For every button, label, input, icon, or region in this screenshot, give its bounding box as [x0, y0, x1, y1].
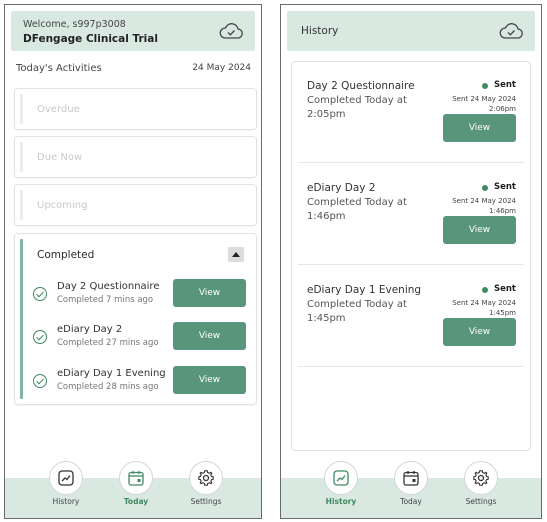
status-badge: Sent [493, 182, 516, 192]
sent-date: Sent 24 May 2024 1:46pm [452, 197, 516, 215]
bottom-nav: History Today Settings [281, 461, 541, 518]
nav-history-label: History [325, 497, 357, 506]
trial-name: DFengage Clinical Trial [23, 33, 158, 45]
nav-history[interactable]: History [46, 461, 86, 506]
welcome-text: Welcome, s997p3008 [23, 19, 126, 30]
completed-time: Completed Today at 1:45pm [307, 299, 407, 324]
activity-name: eDiary Day 2 [57, 324, 123, 335]
calendar-icon [128, 471, 144, 486]
nav-today-label: Today [123, 497, 149, 506]
nav-history[interactable]: History [321, 461, 361, 506]
list-item: Day 2 Questionnaire Completed 7 mins ago… [33, 279, 246, 311]
sent-status-dot [482, 83, 488, 89]
sent-date: Sent 24 May 2024 1:45pm [452, 299, 516, 317]
section-header: Today's Activities 24 May 2024 [16, 61, 251, 77]
chart-line-icon [58, 470, 74, 486]
completed-card: Completed Day 2 Questionnaire Completed … [14, 233, 257, 405]
view-button[interactable]: View [173, 322, 246, 350]
view-button[interactable]: View [173, 366, 246, 394]
page-title: History [301, 25, 339, 37]
sent-status-dot [482, 185, 488, 191]
history-list: Day 2 Questionnaire Completed Today at 2… [291, 61, 531, 451]
list-item: eDiary Day 1 Evening Completed Today at … [298, 266, 524, 367]
due-now-label: Due Now [37, 152, 83, 163]
card-accent-bar [20, 190, 23, 220]
upcoming-card[interactable]: Upcoming [14, 184, 257, 226]
nav-history-label: History [52, 497, 80, 506]
nav-today[interactable]: Today [116, 461, 156, 506]
view-button[interactable]: View [173, 279, 246, 307]
view-button[interactable]: View [443, 216, 516, 244]
activity-completed-time: Completed 28 mins ago [57, 382, 159, 392]
status-badge: Sent [493, 284, 516, 294]
collapse-toggle-button[interactable] [228, 247, 244, 262]
gear-icon [473, 470, 489, 486]
overdue-card[interactable]: Overdue [14, 88, 257, 130]
card-accent-bar [20, 239, 23, 399]
sent-status-dot [482, 287, 488, 293]
cloud-check-icon[interactable] [219, 22, 243, 40]
activity-name: eDiary Day 1 Evening [307, 284, 422, 296]
list-item: Day 2 Questionnaire Completed Today at 2… [298, 62, 524, 163]
gear-icon [198, 470, 214, 486]
nav-settings[interactable]: Settings [186, 461, 226, 506]
activity-name: Day 2 Questionnaire [57, 281, 160, 292]
today-screen: Welcome, s997p3008 DFengage Clinical Tri… [4, 4, 262, 519]
activity-name: eDiary Day 1 Evening [57, 368, 166, 379]
sent-date: Sent 24 May 2024 2:06pm [452, 95, 516, 113]
card-accent-bar [20, 94, 23, 124]
view-button[interactable]: View [443, 318, 516, 346]
list-item: eDiary Day 1 Evening Completed 28 mins a… [33, 366, 246, 398]
calendar-icon [403, 471, 419, 486]
view-button[interactable]: View [443, 114, 516, 142]
list-item: eDiary Day 2 Completed 27 mins ago View [33, 322, 246, 354]
completed-time: Completed Today at 2:05pm [307, 95, 407, 120]
nav-today[interactable]: Today [391, 461, 431, 506]
activity-name: Day 2 Questionnaire [307, 80, 415, 92]
cloud-check-icon[interactable] [499, 22, 523, 40]
completed-time: Completed Today at 1:46pm [307, 197, 407, 222]
check-circle-icon [33, 374, 47, 388]
section-title: Today's Activities [16, 63, 102, 74]
history-screen: History Day 2 Questionnaire Completed To… [280, 4, 542, 519]
activity-completed-time: Completed 7 mins ago [57, 295, 154, 305]
activity-completed-time: Completed 27 mins ago [57, 338, 159, 348]
activity-name: eDiary Day 2 [307, 182, 376, 194]
upcoming-label: Upcoming [37, 200, 88, 211]
card-accent-bar [20, 142, 23, 172]
status-badge: Sent [493, 80, 516, 90]
nav-today-label: Today [400, 497, 422, 506]
app-header: History [287, 11, 535, 51]
check-circle-icon [33, 287, 47, 301]
list-item: eDiary Day 2 Completed Today at 1:46pm S… [298, 164, 524, 265]
nav-settings-label: Settings [465, 497, 497, 506]
completed-title: Completed [37, 249, 95, 261]
bottom-nav: History Today Settings [5, 461, 261, 518]
nav-settings[interactable]: Settings [461, 461, 501, 506]
due-now-card[interactable]: Due Now [14, 136, 257, 178]
check-circle-icon [33, 330, 47, 344]
nav-settings-label: Settings [190, 497, 222, 506]
app-header: Welcome, s997p3008 DFengage Clinical Tri… [11, 11, 255, 51]
chart-line-icon [333, 470, 349, 486]
section-date: 24 May 2024 [192, 63, 251, 73]
overdue-label: Overdue [37, 104, 80, 115]
